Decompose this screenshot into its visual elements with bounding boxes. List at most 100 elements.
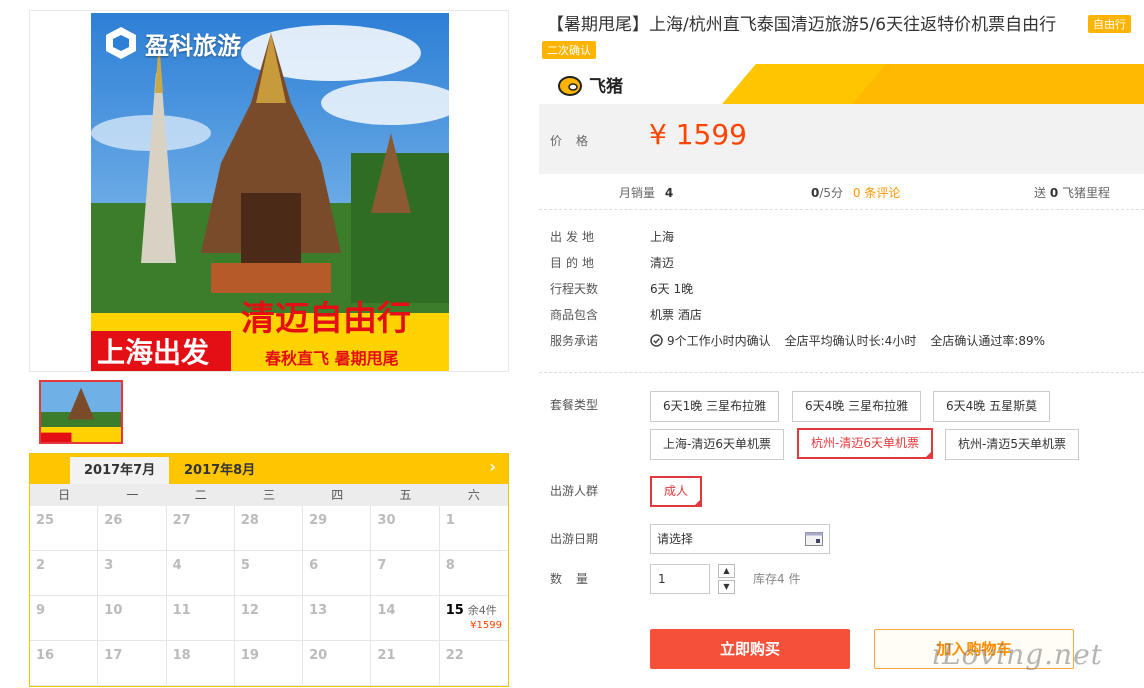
mileage: 送 0 飞猪里程 [1034, 184, 1110, 201]
include-value: 机票 酒店 [650, 308, 702, 322]
quantity-label: 数量 [550, 572, 603, 586]
dest-label: 目的地 [550, 256, 599, 270]
calendar-day: 28 [234, 506, 304, 551]
day-number: 1 [445, 513, 455, 528]
calendar-day: 19 [234, 641, 304, 686]
calendar-day: 18 [166, 641, 235, 686]
price-box: 价格 ¥ 1599 [539, 104, 1144, 174]
day-number: 4 [172, 558, 182, 573]
day-number: 20 [309, 648, 328, 663]
image-logo-text: 盈科旅游 [145, 31, 241, 60]
quantity-input[interactable]: 1 [650, 564, 710, 594]
weekday-label: 三 [262, 488, 275, 502]
calendar-day: 20 [303, 641, 372, 686]
image-banner-origin: 上海出发 [97, 336, 210, 369]
day-number: 14 [377, 603, 396, 618]
product-info: 出发地 上海 目的地 清迈 行程天数 6天 1晚 商品包含 机票 酒店 服务承诺 [550, 228, 1045, 358]
day-number: 9 [36, 603, 46, 618]
brand-name: 飞猪 [589, 77, 623, 97]
image-logo: 盈科旅游 [103, 25, 241, 61]
calendar-day: 6 [303, 551, 372, 596]
mileage-value: 0 [1049, 186, 1059, 200]
calendar-grid: 25 26 27 28 29 30 1 2 3 4 5 6 7 8 9 10 11 12 13 14 15 余4件 ¥159… [30, 506, 508, 686]
day-number: 28 [240, 513, 259, 528]
day-number: 13 [309, 603, 328, 618]
package-option-3[interactable]: 6天4晚 五星斯莫 [933, 391, 1051, 422]
date-picker-input[interactable]: 请选择 [650, 524, 830, 554]
quantity-decrease-button[interactable]: ▼ [718, 580, 735, 594]
days-label: 行程天数 [550, 282, 599, 296]
quantity-increase-button[interactable]: ▲ [718, 564, 735, 578]
section-divider [539, 372, 1144, 373]
package-option-1[interactable]: 6天1晚 三星布拉雅 [650, 391, 780, 422]
day-number: 29 [309, 513, 328, 528]
monthly-sales: 月销量 4 [619, 184, 673, 201]
free-travel-tag: 自由行 [1088, 15, 1131, 33]
calendar-tab-july[interactable]: 2017年7月 [70, 457, 170, 484]
yingke-logo-icon [106, 27, 136, 59]
price-value: ¥ 1599 [649, 118, 747, 151]
mileage-prefix: 送 [1034, 186, 1047, 200]
weekday-label: 日 [58, 488, 71, 502]
calendar-day: 30 [371, 506, 440, 551]
calendar-day[interactable]: 15 余4件 ¥1599 [439, 596, 508, 641]
calendar-day: 3 [98, 551, 167, 596]
calendar-day: 8 [439, 551, 508, 596]
service-value: 9个工作小时内确认 全店平均确认时长:4小时 全店确认通过率:89% [650, 332, 1045, 358]
reviews-link[interactable]: 0 条评论 [853, 186, 900, 200]
fliggy-logo: 飞猪 [557, 72, 623, 97]
package-option-5[interactable]: 杭州-清迈6天单机票 [797, 428, 933, 459]
calendar-day: 11 [166, 596, 235, 641]
sales-stats: 月销量 4 0/5分 0 条评论 送 0 飞猪里程 [539, 174, 1144, 210]
rating-suffix: /5分 [819, 186, 844, 200]
rating: 0/5分 0 条评论 [811, 184, 900, 201]
day-number: 6 [309, 558, 319, 573]
calendar-day: 17 [98, 641, 167, 686]
main-image-frame: 盈科旅游 清迈自由行 上海出发 春秋直飞 暑期甩尾 [29, 10, 509, 372]
day-number: 17 [104, 648, 123, 663]
package-option-4[interactable]: 上海-清迈6天单机票 [650, 429, 784, 460]
day-number: 5 [240, 558, 250, 573]
day-number: 27 [172, 513, 191, 528]
day-number: 21 [377, 648, 396, 663]
weekday-label: 一 [126, 488, 139, 502]
day-price: ¥1599 [470, 620, 502, 631]
main-product-image[interactable]: 盈科旅游 清迈自由行 上海出发 春秋直飞 暑期甩尾 [91, 13, 449, 371]
thumbnail-1[interactable] [39, 380, 123, 444]
calendar-day: 2 [30, 551, 99, 596]
package-option-6[interactable]: 杭州-清迈5天单机票 [945, 429, 1079, 460]
calendar-icon[interactable] [805, 532, 823, 546]
monthly-sales-value: 4 [664, 186, 674, 200]
monthly-sales-label: 月销量 [619, 186, 656, 200]
calendar-day: 7 [371, 551, 440, 596]
service-item-3: 全店确认通过率:89% [930, 334, 1046, 348]
service-item-2: 全店平均确认时长:4小时 [784, 334, 917, 348]
price-label: 价格 [550, 134, 603, 148]
info-row-service: 服务承诺 9个工作小时内确认 全店平均确认时长:4小时 全店确认通过率:89% [550, 332, 1045, 358]
calendar-day: 26 [98, 506, 167, 551]
calendar-day: 21 [371, 641, 440, 686]
day-number: 18 [172, 648, 191, 663]
chevron-right-icon[interactable]: › [489, 457, 496, 476]
check-circle-icon [650, 334, 663, 347]
calendar-tab-august[interactable]: 2017年8月 [170, 457, 269, 484]
calendar-day: 25 [30, 506, 99, 551]
day-number: 22 [445, 648, 464, 663]
day-number: 8 [445, 558, 455, 573]
package-option-2[interactable]: 6天4晚 三星布拉雅 [792, 391, 922, 422]
calendar-day: 4 [166, 551, 235, 596]
day-number: 2 [36, 558, 46, 573]
stock-text: 库存4 件 [753, 572, 801, 586]
info-row-include: 商品包含 机票 酒店 [550, 306, 1045, 332]
people-option-adult[interactable]: 成人 [650, 476, 703, 507]
day-number: 11 [172, 603, 191, 618]
calendar-day: 16 [30, 641, 99, 686]
include-label: 商品包含 [550, 308, 599, 322]
mileage-suffix: 飞猪里程 [1062, 186, 1111, 200]
day-number: 16 [36, 648, 55, 663]
package-label: 套餐类型 [550, 398, 599, 412]
product-title: 【暑期甩尾】上海/杭州直飞泰国清迈旅游5/6天往返特价机票自由行 [547, 15, 1057, 35]
calendar-day: 22 [439, 641, 508, 686]
buy-now-button[interactable]: 立即购买 [650, 629, 850, 669]
calendar-day: 5 [234, 551, 304, 596]
